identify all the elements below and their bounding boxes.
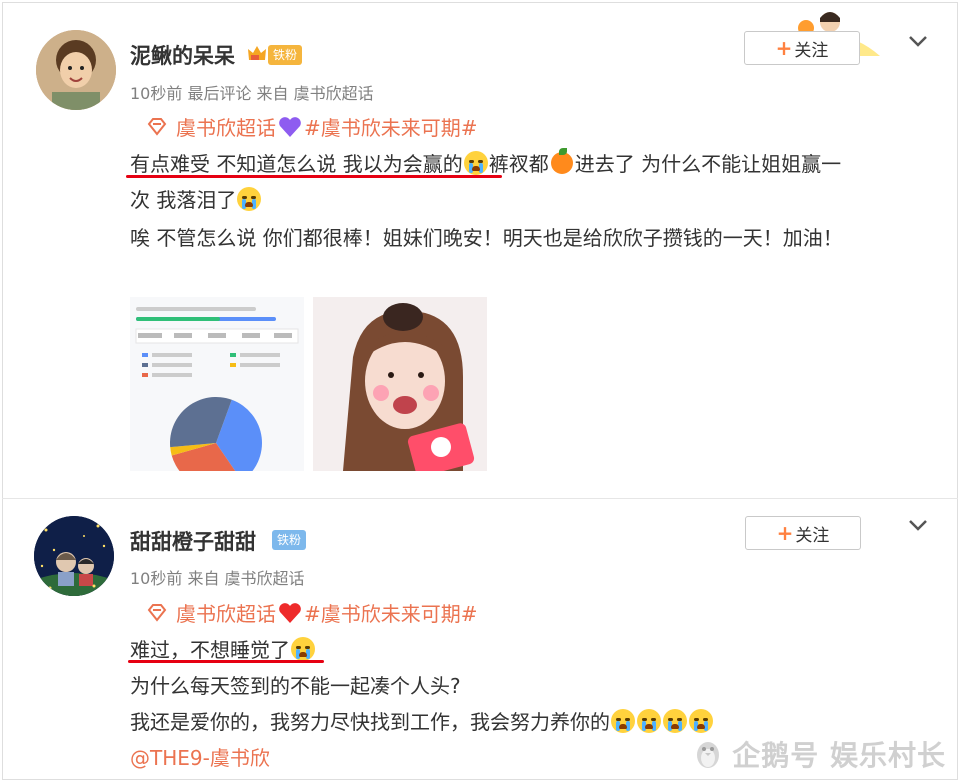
crying-emoji-icon bbox=[463, 150, 488, 175]
avatar[interactable] bbox=[34, 516, 114, 596]
crying-emoji-icon bbox=[637, 708, 661, 733]
post-text-segment: 为什么每天签到的不能一起凑个人头? bbox=[130, 674, 461, 698]
topic-line[interactable]: 虞书欣超话 #虞书欣未来可期# bbox=[146, 598, 478, 627]
vote-stats-image[interactable] bbox=[130, 297, 304, 471]
crying-emoji-icon bbox=[663, 708, 687, 733]
orange-emoji-icon bbox=[550, 147, 573, 174]
post-text-segment: 进去了 为什么不能让姐姐赢一 bbox=[574, 152, 842, 176]
follow-button[interactable]: + 关注 bbox=[745, 516, 861, 550]
mention-link[interactable]: @THE9-虞书欣 bbox=[130, 742, 270, 771]
penguin-logo-icon bbox=[697, 742, 720, 768]
crying-emoji-icon bbox=[291, 636, 315, 661]
post-text-segment: 我还是爱你的，我努力尽快找到工作，我会努力养你的 bbox=[130, 710, 610, 734]
crying-emoji-icon bbox=[611, 708, 635, 733]
post-text-line: 难过，不想睡觉了 bbox=[130, 634, 316, 663]
chevron-down-icon[interactable] bbox=[908, 518, 928, 532]
topic-name[interactable]: 虞书欣超话 bbox=[176, 598, 276, 627]
topic-name[interactable]: 虞书欣超话 bbox=[176, 112, 276, 141]
idol-photo-image[interactable] bbox=[313, 297, 487, 471]
crying-emoji-icon bbox=[237, 186, 262, 211]
follow-label: 关注 bbox=[795, 525, 830, 546]
fan-badge: 铁粉 bbox=[272, 530, 307, 550]
topic-tag[interactable]: #虞书欣未来可期# bbox=[304, 598, 478, 627]
supertopic-diamond-icon bbox=[147, 603, 167, 622]
chevron-down-icon[interactable] bbox=[908, 34, 928, 48]
post-text-segment: 次 我落泪了 bbox=[130, 188, 237, 212]
crying-emoji-icon bbox=[689, 708, 713, 733]
watermark-text: 企鹅号 娱乐村长 bbox=[732, 739, 946, 772]
post-meta: 10秒前 最后评论 来自 虞书欣超话 bbox=[130, 84, 374, 103]
avatar[interactable] bbox=[36, 30, 116, 110]
topic-line[interactable]: 虞书欣超话 #虞书欣未来可期# bbox=[146, 112, 478, 141]
plus-icon: + bbox=[775, 36, 793, 60]
post-text-line: 有点难受 不知道怎么说 我以为会赢的 裤衩都 进去了 为什么不能让姐姐赢一 bbox=[130, 147, 842, 177]
post-text-line: 为什么每天签到的不能一起凑个人头? bbox=[130, 670, 461, 699]
post-meta: 10秒前 来自 虞书欣超话 bbox=[130, 569, 305, 588]
watermark: 企鹅号 娱乐村长 bbox=[692, 734, 946, 774]
post-text-segment: 唉 不管怎么说 你们都很棒！姐妹们晚安！明天也是给欣欣子攒钱的一天！加油！ bbox=[130, 226, 843, 250]
username[interactable]: 泥鳅的呆呆 bbox=[130, 40, 235, 70]
username[interactable]: 甜甜橙子甜甜 bbox=[130, 526, 256, 556]
red-underline-annotation bbox=[126, 175, 502, 178]
post-text-line: 次 我落泪了 bbox=[130, 184, 262, 213]
purple-heart-icon bbox=[279, 116, 301, 137]
follow-label: 关注 bbox=[794, 40, 829, 61]
follow-button[interactable]: + 关注 bbox=[744, 31, 860, 65]
post-text-segment: 难过，不想睡觉了 bbox=[130, 638, 290, 662]
red-underline-annotation bbox=[128, 660, 324, 663]
topic-tag[interactable]: #虞书欣未来可期# bbox=[304, 112, 478, 141]
post-text-line: 唉 不管怎么说 你们都很棒！姐妹们晚安！明天也是给欣欣子攒钱的一天！加油！ bbox=[130, 222, 843, 251]
post-divider bbox=[2, 498, 958, 499]
supertopic-diamond-icon bbox=[147, 117, 167, 136]
post-text-segment: 有点难受 不知道怎么说 我以为会赢的 bbox=[130, 152, 463, 176]
fan-badge: 铁粉 bbox=[268, 45, 303, 65]
post-text-line: 我还是爱你的，我努力尽快找到工作，我会努力养你的 bbox=[130, 706, 714, 735]
post-text-segment: 裤衩都 bbox=[488, 152, 549, 176]
vip-crown-icon bbox=[248, 46, 266, 60]
red-heart-icon bbox=[279, 602, 301, 623]
plus-icon: + bbox=[776, 521, 794, 545]
